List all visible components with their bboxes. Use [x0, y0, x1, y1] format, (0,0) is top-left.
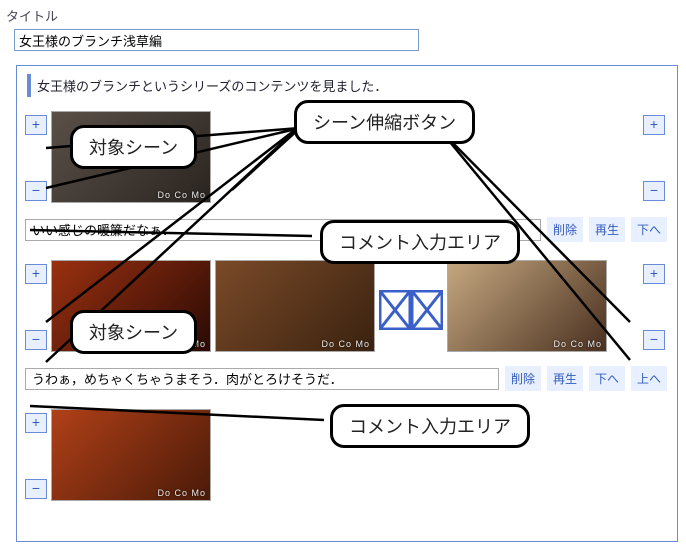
shrink-left-button[interactable]: −	[25, 181, 47, 201]
shrink-left-button[interactable]: −	[25, 330, 47, 350]
scene-block: + − Do Co Mo + − 削除再生下へ	[23, 111, 667, 242]
shrink-left-button[interactable]: −	[25, 479, 47, 499]
shrink-right-button[interactable]: −	[643, 181, 665, 201]
play-button[interactable]: 再生	[589, 217, 625, 242]
title-label: タイトル	[6, 6, 678, 25]
delete-button[interactable]: 削除	[547, 217, 583, 242]
expand-left-button[interactable]: +	[25, 115, 47, 135]
delete-button[interactable]: 削除	[505, 366, 541, 391]
down-button[interactable]: 下へ	[631, 217, 667, 242]
entries-container: 女王様のブランチというシリーズのコンテンツを見ました． + − Do Co Mo + −…	[16, 65, 678, 542]
play-button[interactable]: 再生	[547, 366, 583, 391]
comment-input[interactable]	[25, 219, 541, 241]
scene-block: + − Do Co Mo	[23, 409, 667, 509]
watermark: Do Co Mo	[157, 339, 206, 349]
down-button[interactable]: 下へ	[589, 366, 625, 391]
gap-marker-icon	[379, 290, 443, 330]
scene-thumbnail[interactable]: Do Co Mo	[447, 260, 607, 352]
watermark: Do Co Mo	[157, 488, 206, 498]
watermark: Do Co Mo	[157, 190, 206, 200]
thumbnail-row: + − Do Co Mo	[23, 409, 667, 509]
expand-right-button[interactable]: +	[643, 264, 665, 284]
thumbnail-row: + − Do Co Mo + −	[23, 111, 667, 211]
scene-thumbnail[interactable]: Do Co Mo	[215, 260, 375, 352]
expand-left-button[interactable]: +	[25, 413, 47, 433]
scene-thumbnail[interactable]: Do Co Mo	[51, 111, 211, 203]
intro-text: 女王様のブランチというシリーズのコンテンツを見ました．	[27, 74, 667, 97]
scene-block: + − Do Co Mo Do Co Mo Do Co Mo + − 削除再生下へ上へ	[23, 260, 667, 391]
watermark: Do Co Mo	[321, 339, 370, 349]
scene-thumbnail[interactable]: Do Co Mo	[51, 260, 211, 352]
scene-thumbnail[interactable]: Do Co Mo	[51, 409, 211, 501]
up-button[interactable]: 上へ	[631, 366, 667, 391]
expand-left-button[interactable]: +	[25, 264, 47, 284]
expand-right-button[interactable]: +	[643, 115, 665, 135]
watermark: Do Co Mo	[553, 339, 602, 349]
comment-input[interactable]	[25, 368, 499, 390]
shrink-right-button[interactable]: −	[643, 330, 665, 350]
thumbnail-row: + − Do Co Mo Do Co Mo Do Co Mo + −	[23, 260, 667, 360]
title-input[interactable]	[14, 29, 419, 51]
